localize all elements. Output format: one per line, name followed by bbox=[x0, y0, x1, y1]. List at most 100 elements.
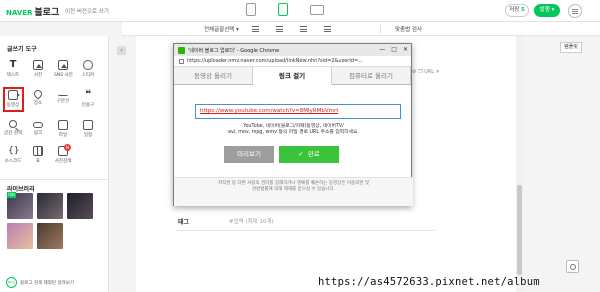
tool-label: 동영상 bbox=[6, 103, 20, 108]
previous-version-link[interactable]: 이전 버전으로 쓰기 bbox=[65, 7, 109, 15]
text-icon: T bbox=[9, 59, 17, 70]
tool-label: 구분선 bbox=[56, 99, 70, 104]
sidebar-title: 글쓰기 도구 bbox=[7, 46, 37, 53]
sidebar-collapse-button[interactable]: ‹ bbox=[117, 46, 126, 55]
tag-label: 태그 bbox=[178, 219, 190, 226]
tool-video[interactable]: 동영상 bbox=[4, 90, 22, 114]
tool-link[interactable]: 링크 bbox=[29, 120, 47, 144]
sticker-icon bbox=[83, 60, 93, 70]
dialog-title-bar: '네이버 블로그 업로더' - Google Chrome — □ ✕ bbox=[174, 44, 411, 56]
tool-label: 텍스트 bbox=[6, 73, 20, 78]
tool-text[interactable]: T 텍스트 bbox=[4, 60, 22, 84]
hamburger-icon[interactable] bbox=[568, 4, 582, 18]
close-icon[interactable]: ✕ bbox=[403, 46, 408, 53]
device-preview-toggle bbox=[246, 3, 324, 16]
notice-line: 관련법률에 의해 제재를 받으실 수 있습니다. bbox=[251, 187, 336, 192]
check-icon: ✓ bbox=[298, 150, 304, 158]
tool-divider[interactable]: 구분선 bbox=[54, 90, 72, 114]
code-icon: {} bbox=[8, 146, 20, 156]
save-count: 5 bbox=[521, 7, 525, 13]
tool-file[interactable]: 파일 bbox=[54, 120, 72, 144]
component-mini-toolbar[interactable]: ⚙ ❐ URL ✕ bbox=[412, 69, 440, 75]
save-button[interactable]: 저장 5 bbox=[505, 4, 529, 17]
find-icon[interactable] bbox=[566, 260, 579, 273]
scrollbar-thumb[interactable] bbox=[517, 185, 522, 275]
toolbar-divider bbox=[380, 25, 381, 33]
tool-label: 일정 bbox=[83, 133, 93, 138]
video-link-input[interactable]: https://www.youtube.com/watch?v=8MlyRMbV… bbox=[195, 104, 401, 119]
tool-label: 사진검색 bbox=[54, 159, 72, 164]
lock-icon bbox=[179, 58, 184, 64]
library-thumbnail[interactable] bbox=[37, 193, 63, 219]
tool-photo-search[interactable]: N 사진검색 bbox=[54, 144, 72, 170]
maximize-icon[interactable]: □ bbox=[391, 46, 397, 53]
link-icon bbox=[33, 122, 43, 128]
publish-label: 발행 bbox=[539, 7, 550, 13]
footer-text: 블로그 검색 제외된 알려보기 bbox=[20, 280, 74, 286]
tool-sticker[interactable]: 스티커 bbox=[79, 60, 97, 84]
desktop-icon[interactable] bbox=[310, 5, 324, 15]
format-toolbar: 전체글꼴선택 ▾ 맞춤법 검사 bbox=[122, 22, 600, 36]
file-icon bbox=[58, 120, 68, 130]
template-button[interactable]: 템플릿 bbox=[560, 42, 582, 53]
table-icon bbox=[33, 146, 43, 156]
tab-add-link[interactable]: 링크 걸기 bbox=[253, 67, 332, 85]
help-line: avi, mov, mpg, wmv 등의 파일 경로 URL 주소를 입력하세… bbox=[228, 130, 359, 135]
tool-photo[interactable]: 사진 bbox=[29, 60, 47, 84]
tool-quote[interactable]: ❝ 인용구 bbox=[79, 90, 97, 114]
dialog-tabs: 동영상 올리기 링크 걸기 컴퓨터로 올리기 bbox=[174, 67, 411, 85]
video-icon bbox=[8, 90, 20, 100]
tool-label: 사진 bbox=[33, 73, 43, 78]
tool-place[interactable]: 장소 bbox=[29, 88, 47, 114]
library-thumbnail[interactable] bbox=[67, 193, 93, 219]
tool-source-code[interactable]: {} 소스코드 bbox=[4, 146, 22, 170]
tool-label: 파일 bbox=[58, 133, 68, 138]
sidebar-divider bbox=[0, 179, 108, 180]
tab-upload-from-computer[interactable]: 컴퓨터로 올리기 bbox=[332, 67, 411, 84]
tool-label: 소스코드 bbox=[4, 159, 22, 164]
uploader-dialog: '네이버 블로그 업로더' - Google Chrome — □ ✕ http… bbox=[173, 43, 413, 206]
save-label: 저장 bbox=[509, 7, 520, 13]
tool-table[interactable]: 표 bbox=[29, 146, 47, 170]
naver-favicon-icon bbox=[178, 46, 185, 54]
tool-label: 글감 검색 bbox=[4, 131, 22, 136]
align-left-icon[interactable] bbox=[252, 26, 259, 32]
tool-sns-photo[interactable]: SNS 사진 bbox=[54, 60, 73, 84]
align-center-icon[interactable] bbox=[276, 26, 283, 32]
align-right-icon[interactable] bbox=[300, 26, 307, 32]
align-buttons bbox=[252, 26, 331, 32]
naver-logo: NAVER bbox=[6, 9, 33, 17]
dialog-window-title: '네이버 블로그 업로더' - Google Chrome bbox=[188, 47, 280, 54]
done-button[interactable]: ✓ 완료 bbox=[279, 146, 339, 163]
brand-logo[interactable]: NAVER 블로그 bbox=[6, 5, 59, 18]
dialog-address-bar: https://uploader.nmv.naver.com/upload/li… bbox=[174, 56, 411, 67]
tag-input[interactable]: #입력 (최대 10개) bbox=[229, 217, 274, 225]
tool-label: 인용구 bbox=[81, 103, 95, 108]
font-select[interactable]: 전체글꼴선택 ▾ bbox=[204, 25, 239, 33]
library-thumbnail[interactable] bbox=[37, 223, 63, 249]
sidebar-footer[interactable]: Blog 블로그 검색 제외된 알려보기 bbox=[6, 277, 74, 288]
dialog-url: https://uploader.nmv.naver.com/upload/li… bbox=[187, 58, 363, 64]
representative-badge: 대표 bbox=[7, 192, 17, 198]
writing-tools-sidebar: 글쓰기 도구 T 텍스트 사진 SNS 사진 스티커 동영상 장소 구분선 ❝ … bbox=[0, 36, 109, 292]
tool-label: 스티커 bbox=[81, 73, 95, 78]
publish-button[interactable]: 발행 ▾ bbox=[534, 4, 560, 17]
top-bar: NAVER 블로그 이전 버전으로 쓰기 저장 5 발행 ▾ bbox=[0, 0, 600, 22]
blog-circle-icon: Blog bbox=[6, 277, 17, 288]
tag-underline bbox=[175, 230, 435, 231]
preview-button[interactable]: 미리보기 bbox=[224, 146, 274, 163]
tool-label: 링크 bbox=[33, 131, 43, 136]
tab-upload-video[interactable]: 동영상 올리기 bbox=[174, 67, 253, 84]
spell-check-button[interactable]: 맞춤법 검사 bbox=[395, 25, 422, 33]
tool-label: 장소 bbox=[33, 101, 43, 106]
done-label: 완료 bbox=[307, 150, 320, 158]
align-justify-icon[interactable] bbox=[324, 26, 331, 32]
tool-schedule[interactable]: 일정 bbox=[79, 120, 97, 144]
mobile-icon[interactable] bbox=[278, 3, 288, 16]
divider-line-icon bbox=[58, 90, 68, 96]
library-thumbnail[interactable] bbox=[7, 223, 33, 249]
tool-label: SNS 사진 bbox=[54, 73, 73, 78]
tool-content-search[interactable]: 글감 검색 bbox=[4, 120, 22, 144]
minimize-icon[interactable]: — bbox=[379, 46, 385, 53]
tablet-icon[interactable] bbox=[246, 3, 256, 16]
